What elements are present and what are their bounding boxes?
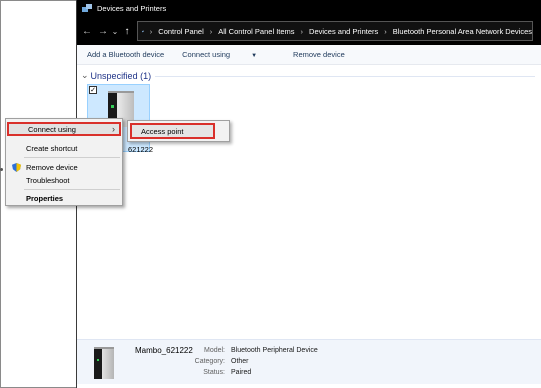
menu-item-label: Create shortcut [26, 143, 78, 153]
breadcrumb-all-items[interactable]: All Control Panel Items [218, 27, 294, 36]
breadcrumb-separator: › [300, 26, 304, 36]
devices-printers-icon [82, 4, 92, 12]
add-bluetooth-device-button[interactable]: Add a Bluetooth device [87, 50, 164, 59]
uac-shield-icon [12, 162, 21, 172]
details-pane: Mambo_621222 Model: Bluetooth Peripheral… [77, 339, 541, 384]
chevron-down-icon: ⌄ [81, 70, 89, 80]
up-button[interactable]: ↑ [121, 26, 133, 37]
breadcrumb-separator: › [209, 26, 213, 36]
address-bar[interactable]: › Control Panel › All Control Panel Item… [137, 21, 533, 41]
remove-device-button[interactable]: Remove device [293, 50, 345, 59]
group-title: Unspecified (1) [90, 70, 152, 81]
menu-item-troubleshoot[interactable]: Troubleshoot [7, 173, 121, 187]
recent-locations-dropdown[interactable]: ⌄ [109, 27, 121, 36]
connect-using-button[interactable]: Connect using ▼ [182, 50, 275, 59]
menu-item-properties[interactable]: Properties [7, 191, 121, 205]
caret-down-icon: ▼ [251, 53, 258, 59]
menu-item-remove-device[interactable]: Remove device [7, 160, 121, 174]
connect-using-submenu: Access point [127, 120, 230, 142]
menu-separator [24, 157, 120, 158]
device-checkbox[interactable]: ✓ [89, 86, 97, 94]
navigation-bar: ← → ⌄ ↑ › Control Panel › All Control Pa… [77, 17, 541, 45]
menu-item-label: Remove device [26, 162, 78, 172]
device-front-panel [94, 349, 102, 379]
group-divider [155, 76, 535, 77]
category-value: Other [231, 358, 249, 365]
device-led [97, 359, 99, 361]
model-value: Bluetooth Peripheral Device [231, 347, 318, 354]
breadcrumb-separator: › [149, 26, 153, 36]
status-label: Status: [203, 369, 225, 376]
submenu-arrow-icon: › [112, 124, 115, 134]
control-panel-icon [142, 30, 144, 32]
menu-item-label: Connect using [28, 124, 76, 134]
menu-item-connect-using[interactable]: Connect using › [7, 122, 121, 136]
breadcrumb-separator: › [384, 26, 387, 36]
model-label: Model: [203, 347, 225, 354]
device-tile-label: 621222 [128, 145, 154, 154]
title-bar: Devices and Printers [77, 0, 541, 17]
menu-item-access-point[interactable]: Access point [130, 123, 215, 139]
menu-item-label: Access point [141, 126, 184, 136]
breadcrumb-bluetooth-pan-devices[interactable]: Bluetooth Personal Area Network Devices [393, 27, 532, 36]
device-led [111, 105, 114, 108]
desktop-dot [0, 168, 3, 171]
breadcrumb-control-panel[interactable]: Control Panel [158, 27, 203, 36]
window-title: Devices and Printers [97, 4, 167, 13]
menu-separator [24, 189, 120, 190]
context-menu: Connect using › Create shortcut Remove d… [5, 118, 123, 206]
menu-item-create-shortcut[interactable]: Create shortcut [7, 141, 121, 155]
command-toolbar: Add a Bluetooth device Connect using ▼ Re… [77, 45, 541, 65]
back-button[interactable]: ← [81, 26, 93, 37]
breadcrumb-devices-and-printers[interactable]: Devices and Printers [309, 27, 378, 36]
status-value: Paired [231, 369, 252, 376]
details-device-icon [94, 347, 114, 379]
category-label: Category: [194, 358, 225, 365]
menu-item-label: Troubleshoot [26, 175, 70, 185]
connect-using-label: Connect using [182, 50, 231, 59]
group-header-unspecified[interactable]: ⌄ Unspecified (1) [81, 70, 535, 81]
devices-and-printers-window: Devices and Printers ← → ⌄ ↑ › Control P… [76, 0, 541, 388]
forward-button[interactable]: → [97, 26, 109, 37]
menu-item-label: Properties [26, 193, 64, 203]
